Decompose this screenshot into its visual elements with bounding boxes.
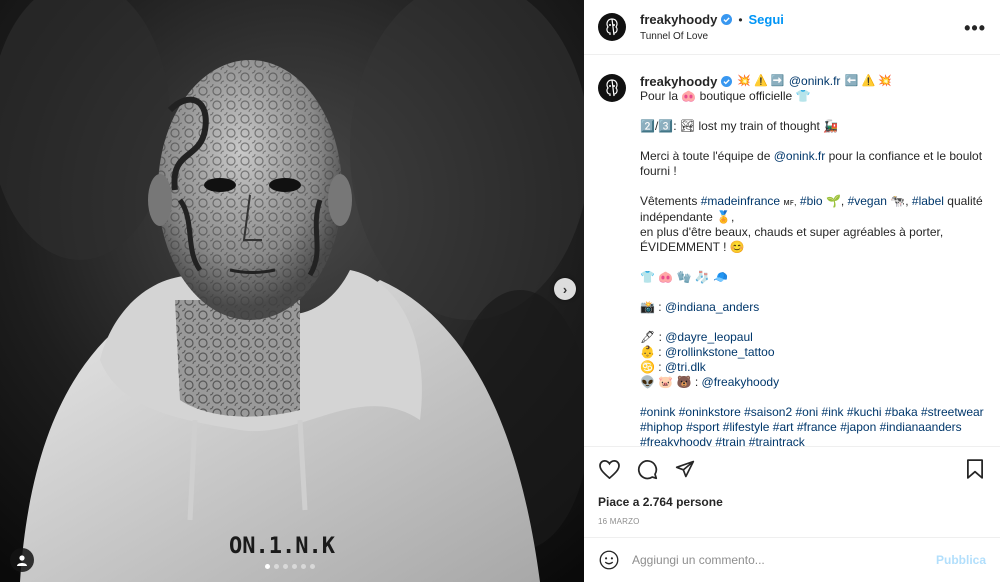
carousel-dot — [274, 564, 279, 569]
smiley-icon — [599, 550, 619, 570]
hashtag-link[interactable]: #label — [912, 194, 944, 208]
caption-emoji: 🐽 — [681, 89, 697, 103]
pen-emoji-icon: 🖋 : — [640, 330, 662, 344]
alien-pig-bear-emoji-icon: 👽 🐷 🐻 : — [640, 375, 699, 389]
bookmark-icon — [967, 459, 983, 479]
mention-link[interactable]: @rollinkstone_tattoo — [665, 345, 775, 359]
comment-composer: Pubblica — [584, 537, 1000, 582]
carousel-dots — [265, 564, 315, 569]
paper-plane-icon — [675, 460, 695, 478]
hashtag-link[interactable]: #oninkstore — [679, 405, 741, 419]
hashtag-link[interactable]: #bio — [800, 194, 823, 208]
verified-badge-icon — [721, 76, 733, 87]
heart-icon — [598, 459, 620, 479]
caption-text: en plus d'être beaux, chauds et super ag… — [640, 225, 944, 239]
hashtag-link[interactable]: #japon — [840, 420, 876, 434]
hashtag-link[interactable]: #lifestyle — [723, 420, 770, 434]
caption-emoji: 👕 🐽 🧤 🧦 🧢 — [640, 270, 729, 284]
verified-badge-icon — [721, 14, 733, 25]
cancer-sign-emoji-icon: ♋ : — [640, 360, 662, 374]
hashtag-link[interactable]: #streetwear — [921, 405, 984, 419]
hashtag-link[interactable]: #baka — [885, 405, 918, 419]
hashtag-link[interactable]: #vegan — [848, 194, 887, 208]
caption-text: boutique officielle 👕 — [699, 89, 811, 103]
caption-text: ᴍꜰ, — [783, 197, 797, 207]
carousel-dot — [283, 564, 288, 569]
hashtag-link[interactable]: #saison2 — [744, 405, 792, 419]
post-location[interactable]: Tunnel Of Love — [640, 31, 784, 42]
hashtag-link[interactable]: #onink — [640, 405, 675, 419]
caption-emoji: 💥 ⚠️ ➡️ — [737, 75, 785, 87]
separator-dot: • — [738, 12, 743, 27]
next-slide-button[interactable]: › — [554, 278, 576, 300]
share-button[interactable] — [674, 458, 696, 480]
caption-emoji: 🐄, — [890, 194, 909, 208]
caption-text: 2️⃣/3️⃣: 🏞 lost my train of thought 🚂 — [640, 119, 839, 133]
comment-bubble-icon — [637, 459, 657, 479]
avatar[interactable] — [598, 13, 626, 41]
carousel-dot — [310, 564, 315, 569]
carousel-dot — [265, 564, 270, 569]
post-media[interactable]: ON.1.N.K › — [0, 0, 584, 582]
tagged-users-button[interactable] — [10, 548, 34, 572]
mention-link[interactable]: @indiana_anders — [665, 300, 759, 314]
post-sidebar: freakyhoody • Segui Tunnel Of Love ••• f… — [584, 0, 1000, 582]
hashtag-link[interactable]: #sport — [686, 420, 719, 434]
likes-count[interactable]: Piace a 2.764 persone — [598, 495, 986, 509]
hashtag-link[interactable]: #ink — [822, 405, 844, 419]
chevron-right-icon: › — [562, 281, 568, 297]
mention-link[interactable]: @onink.fr — [774, 149, 826, 163]
action-bar — [598, 447, 986, 491]
hoodie-print: ON.1.N.K — [229, 534, 336, 559]
hashtag-link[interactable]: #indianaanders — [880, 420, 962, 434]
carousel-dot — [292, 564, 297, 569]
hashtag-link[interactable]: #hiphop — [640, 420, 683, 434]
save-button[interactable] — [964, 458, 986, 480]
mention-link[interactable]: @dayre_leopaul — [665, 330, 753, 344]
comment-button[interactable] — [636, 458, 658, 480]
baby-emoji-icon: 👶 : — [640, 345, 662, 359]
post-username[interactable]: freakyhoody — [640, 12, 717, 27]
hashtag-link[interactable]: #oni — [796, 405, 819, 419]
hashtag-link[interactable]: #train — [715, 435, 745, 446]
hashtag-list: #onink #oninkstore #saison2 #oni #ink #k… — [640, 405, 986, 446]
caption-text: Vêtements — [640, 194, 698, 208]
post-date[interactable]: 16 MARZO — [598, 517, 986, 526]
avatar[interactable] — [598, 74, 626, 102]
caption-emoji: 🌱, — [825, 194, 845, 208]
mention-link[interactable]: @onink.fr — [789, 74, 841, 89]
caption-text: Merci à toute l'équipe de — [640, 149, 771, 163]
post-header: freakyhoody • Segui Tunnel Of Love ••• — [584, 0, 1000, 55]
hashtag-link[interactable]: #france — [797, 420, 837, 434]
creature-logo-icon — [606, 18, 618, 36]
follow-button[interactable]: Segui — [749, 12, 784, 27]
hashtag-link[interactable]: #art — [773, 420, 794, 434]
emoji-picker-button[interactable] — [598, 549, 620, 571]
hashtag-link[interactable]: #kuchi — [847, 405, 882, 419]
post-photo: ON.1.N.K — [0, 0, 584, 582]
caption-emoji: ⬅️ ⚠️ 💥 — [844, 75, 892, 87]
like-button[interactable] — [598, 458, 620, 480]
mention-link[interactable]: @tri.dlk — [665, 360, 706, 374]
publish-button[interactable]: Pubblica — [936, 553, 986, 567]
mention-link[interactable]: @freakyhoody — [702, 375, 780, 389]
hashtag-link[interactable]: #freakyhoody — [640, 435, 712, 446]
post-actions-area: Piace a 2.764 persone 16 MARZO — [584, 446, 1000, 535]
more-options-button[interactable]: ••• — [964, 18, 986, 39]
comment-input[interactable] — [632, 553, 928, 567]
carousel-dot — [301, 564, 306, 569]
caption-text: ÉVIDEMMENT ! 😊 — [640, 240, 745, 254]
creature-logo-icon — [606, 79, 618, 97]
hashtag-link[interactable]: #traintrack — [749, 435, 805, 446]
hashtag-link[interactable]: #madeinfrance — [701, 194, 780, 208]
caption-username[interactable]: freakyhoody — [640, 74, 717, 89]
user-icon — [17, 555, 27, 566]
caption-text: Pour la — [640, 89, 679, 103]
post-caption: freakyhoody 💥 ⚠️ ➡️ @onink.fr ⬅️ ⚠️ 💥 Po… — [640, 74, 986, 446]
caption-scroll-area[interactable]: freakyhoody 💥 ⚠️ ➡️ @onink.fr ⬅️ ⚠️ 💥 Po… — [584, 56, 1000, 446]
camera-emoji-icon: 📸 : — [640, 300, 662, 314]
